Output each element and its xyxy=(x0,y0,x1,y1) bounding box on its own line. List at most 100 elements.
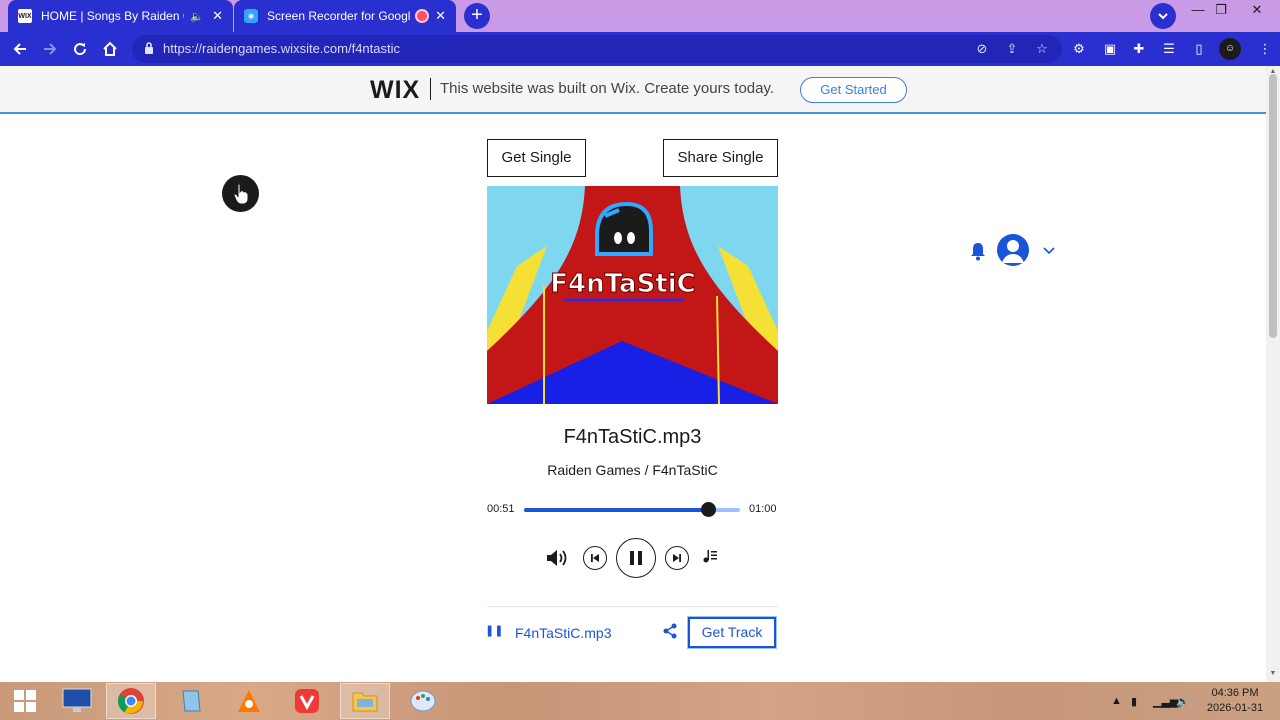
get-single-button[interactable]: Get Single xyxy=(487,139,586,177)
playlist-button[interactable] xyxy=(700,546,720,566)
menu-kebab-icon[interactable]: ⋮ xyxy=(1255,39,1275,59)
playlist-item-name[interactable]: F4nTaStiC.mp3 xyxy=(515,625,611,641)
scrollbar-thumb[interactable] xyxy=(1269,74,1277,338)
speaker-icon xyxy=(547,550,567,566)
chevron-down-icon xyxy=(1158,13,1168,20)
notepad-icon xyxy=(182,690,201,712)
screen-recorder-extension-icon[interactable]: ▣ xyxy=(1100,39,1120,59)
avast-icon xyxy=(238,690,260,712)
battery-icon[interactable]: ▮ xyxy=(1131,682,1147,720)
browser-toolbar: https://raidengames.wixsite.com/f4ntasti… xyxy=(0,32,1280,66)
side-panel-icon[interactable]: ▯ xyxy=(1189,39,1209,59)
volume-tray-icon[interactable]: 🔈 xyxy=(1176,682,1192,720)
clock-date: 2026-01-31 xyxy=(1206,702,1264,714)
wix-banner: WIX This website was built on Wix. Creat… xyxy=(0,66,1266,114)
playlist-pause-icon[interactable]: ❚❚ xyxy=(485,624,503,637)
home-button[interactable] xyxy=(97,36,123,62)
record-dot-icon xyxy=(417,11,428,21)
bell-icon[interactable] xyxy=(969,241,987,261)
star-icon[interactable]: ☆ xyxy=(1032,39,1052,59)
taskbar-avast[interactable] xyxy=(224,683,274,719)
time-total: 01:00 xyxy=(749,503,777,515)
taskbar-paint[interactable] xyxy=(398,683,448,719)
cursor-highlight xyxy=(222,175,259,212)
taskbar-file-explorer[interactable] xyxy=(340,683,390,719)
back-button[interactable] xyxy=(7,36,33,62)
share-icon[interactable] xyxy=(662,622,678,640)
pause-button[interactable] xyxy=(616,538,656,578)
page-content: WIX This website was built on Wix. Creat… xyxy=(0,66,1266,682)
skip-next-icon xyxy=(673,554,681,562)
cover-artwork: F4nTaStiC xyxy=(487,186,778,404)
playlist-divider xyxy=(487,606,778,607)
track-title: F4nTaStiC.mp3 xyxy=(563,426,702,448)
hand-cursor-icon xyxy=(232,182,248,204)
taskbar-notepad[interactable] xyxy=(166,683,216,719)
user-avatar[interactable] xyxy=(997,234,1029,266)
tab-title: Screen Recorder for Google Chrome xyxy=(267,9,411,23)
taskbar-clock[interactable]: 04:36 PM 2026-01-31 xyxy=(1200,686,1270,716)
chrome-icon xyxy=(117,688,144,714)
close-icon[interactable]: ✕ xyxy=(212,8,223,24)
extension-gear-icon[interactable]: ⚙ xyxy=(1069,39,1089,59)
windows-logo-icon xyxy=(14,690,36,712)
wix-logo: WIX xyxy=(370,76,421,104)
tab-screen-recorder[interactable]: ◉ Screen Recorder for Google Chrome ✕ xyxy=(234,0,456,32)
folder-icon xyxy=(352,692,378,712)
monitor-icon xyxy=(62,688,92,712)
home-icon xyxy=(103,41,117,56)
next-track-button[interactable] xyxy=(665,546,689,570)
start-button[interactable] xyxy=(0,683,50,719)
puzzle-icon[interactable]: ✚ xyxy=(1129,39,1149,59)
reload-icon xyxy=(74,43,87,56)
address-bar[interactable]: https://raidengames.wixsite.com/f4ntasti… xyxy=(132,35,1062,63)
scroll-down-icon[interactable]: ▼ xyxy=(1269,670,1277,678)
reload-button[interactable] xyxy=(67,36,93,62)
reading-list-icon[interactable]: ☰ xyxy=(1159,39,1179,59)
arrow-right-icon xyxy=(44,43,57,55)
tab-search-button[interactable] xyxy=(1150,3,1176,29)
progress-slider[interactable] xyxy=(524,502,740,517)
lock-icon[interactable] xyxy=(144,41,154,55)
url-text[interactable]: https://raidengames.wixsite.com/f4ntasti… xyxy=(163,35,400,63)
wix-favicon: WIX xyxy=(18,9,32,23)
close-icon[interactable]: ✕ xyxy=(435,8,446,24)
paint-palette-icon xyxy=(410,690,436,712)
restore-button[interactable]: ❐ xyxy=(1206,0,1236,22)
speaker-icon[interactable]: 🔈 xyxy=(190,10,204,23)
page-scrollbar[interactable]: ▲ ▼ xyxy=(1266,66,1280,682)
get-track-button[interactable]: Get Track xyxy=(688,617,776,648)
progress-knob[interactable] xyxy=(700,502,716,517)
eye-off-icon[interactable]: ⊘ xyxy=(972,39,992,59)
profile-avatar[interactable]: ☺ xyxy=(1219,38,1241,60)
close-window-button[interactable]: ✕ xyxy=(1242,0,1272,22)
get-started-button[interactable]: Get Started xyxy=(800,77,907,103)
chevron-down-icon[interactable] xyxy=(1041,242,1057,258)
tab-songs-by-raiden-games[interactable]: WIX HOME | Songs By Raiden Games 🔈 ✕ xyxy=(8,0,233,32)
taskbar-chrome[interactable] xyxy=(106,683,156,719)
tab-title: HOME | Songs By Raiden Games xyxy=(41,9,184,23)
forward-button[interactable] xyxy=(37,36,63,62)
network-signal-icon[interactable]: ▁▃▅ xyxy=(1153,682,1178,720)
screen-recorder-icon: ◉ xyxy=(244,9,258,23)
pause-icon xyxy=(630,551,642,565)
clock-time: 04:36 PM xyxy=(1211,687,1259,699)
share-single-button[interactable]: Share Single xyxy=(663,139,778,177)
volume-button[interactable] xyxy=(544,546,572,570)
new-tab-button[interactable]: + xyxy=(464,3,490,29)
user-icon xyxy=(1002,240,1024,263)
progress-fill xyxy=(524,508,708,512)
share-icon[interactable]: ⇪ xyxy=(1002,39,1022,59)
cover-title-text: F4nTaStiC xyxy=(550,269,695,299)
tray-chevron-up-icon[interactable]: ▲ xyxy=(1111,682,1123,720)
taskbar-vivaldi[interactable] xyxy=(282,683,332,719)
vivaldi-icon xyxy=(295,689,319,713)
banner-divider xyxy=(430,78,431,100)
album-cover: F4nTaStiC xyxy=(487,186,778,404)
taskbar-lenovo-app[interactable] xyxy=(52,683,102,719)
arrow-left-icon xyxy=(13,43,26,55)
ghost-mascot-icon xyxy=(595,201,653,256)
browser-tab-strip: WIX HOME | Songs By Raiden Games 🔈 ✕ ◉ S… xyxy=(0,0,1280,32)
previous-track-button[interactable] xyxy=(583,546,607,570)
time-current: 00:51 xyxy=(487,503,515,515)
